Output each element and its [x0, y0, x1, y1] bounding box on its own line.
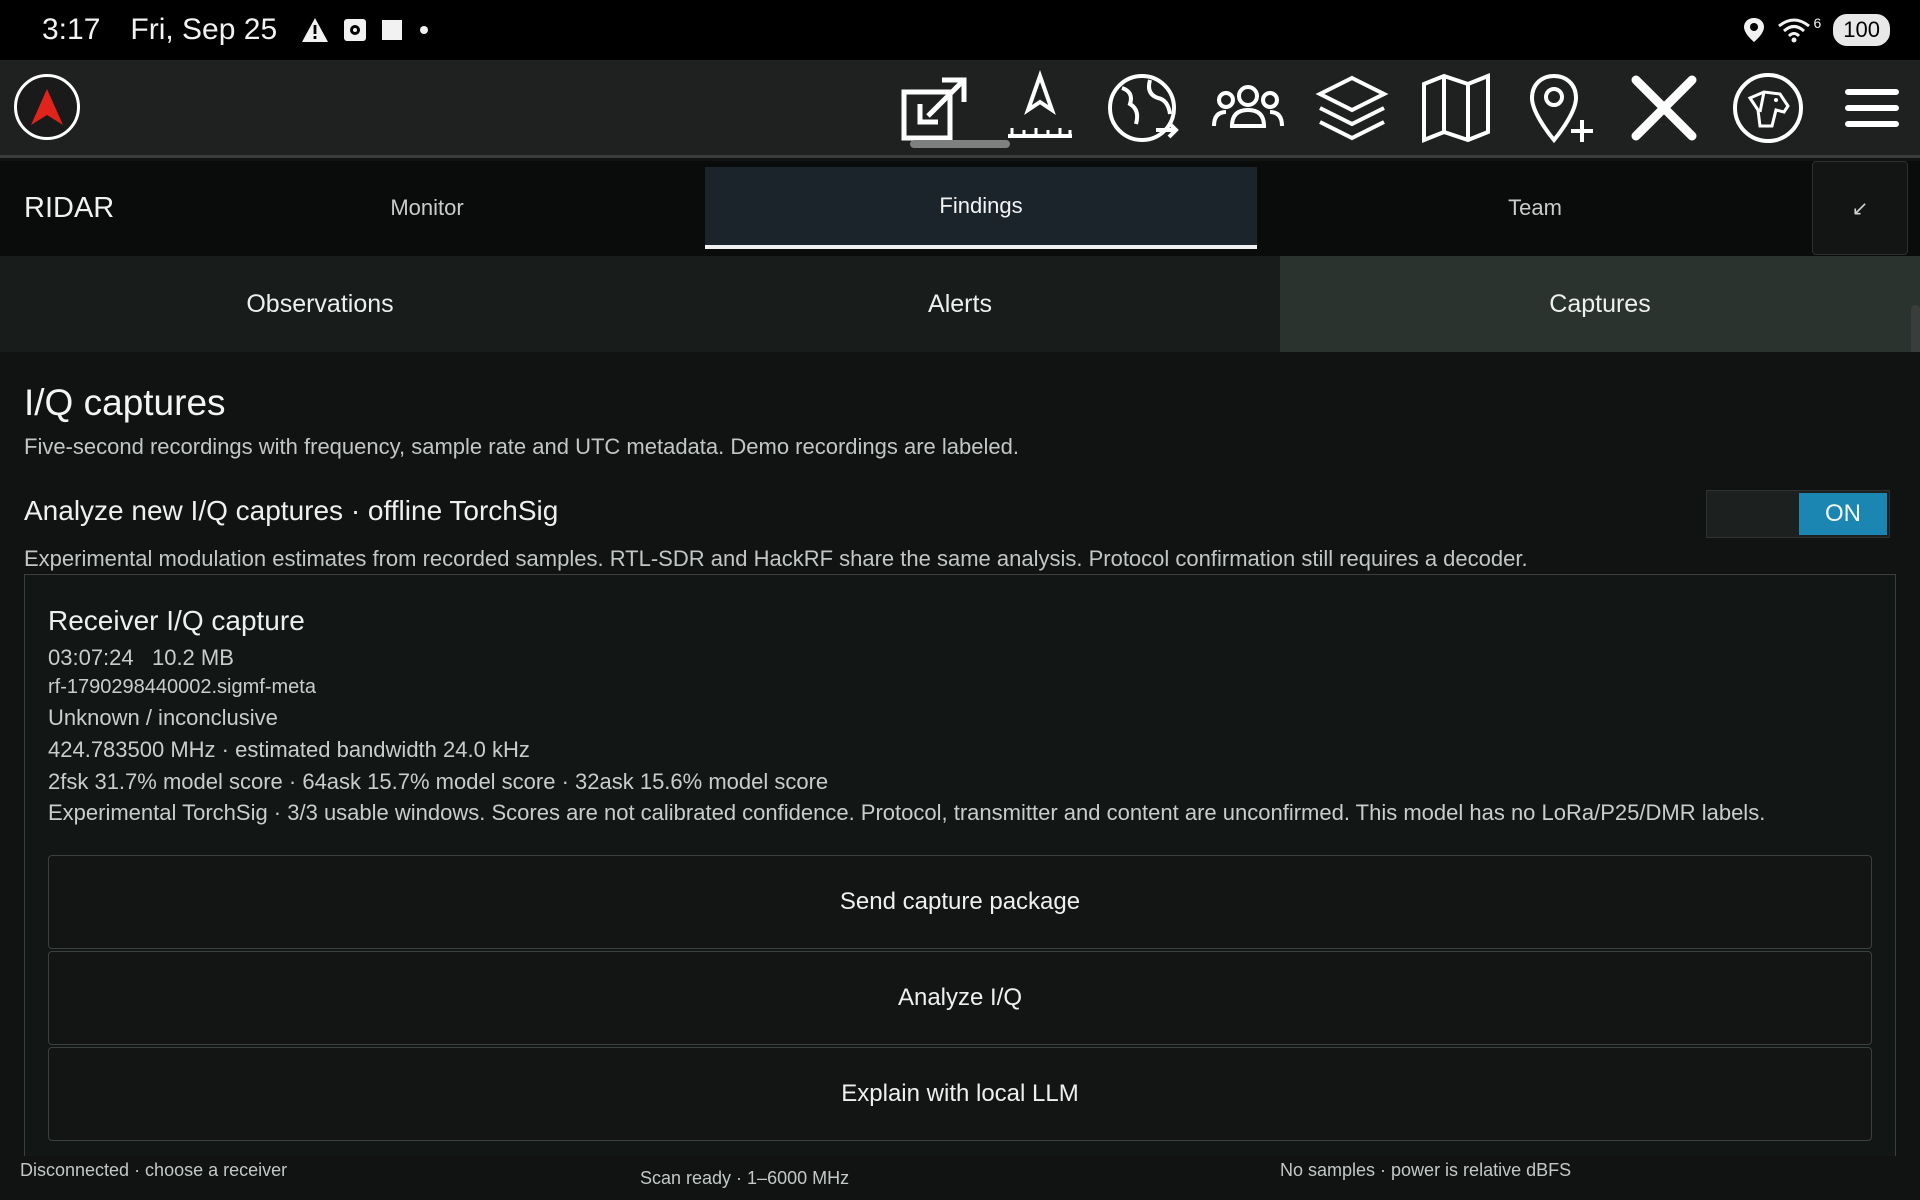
battery-indicator: 100	[1833, 14, 1890, 46]
measure-icon	[1008, 70, 1072, 138]
wifi-label: 6	[1813, 15, 1822, 31]
captures-panel: I/Q captures Five-second recordings with…	[0, 352, 1920, 1164]
collapse-panel-button[interactable]: ↙	[1812, 161, 1908, 255]
square-icon	[382, 20, 403, 40]
send-capture-package-button[interactable]: Send capture package	[48, 855, 1872, 949]
app-toolbar	[0, 60, 1920, 158]
dog-button[interactable]	[1728, 68, 1808, 148]
capture-note: Experimental TorchSig · 3/3 usable windo…	[48, 800, 1766, 825]
primary-tab-bar: RIDAR Monitor Findings Team ↙	[0, 161, 1920, 256]
scan-status: Scan ready · 1–6000 MHz	[640, 1168, 850, 1188]
page-title: I/Q captures	[24, 382, 226, 423]
app-logo[interactable]	[14, 74, 80, 140]
menu-icon	[1845, 89, 1899, 127]
tab-observations[interactable]: Observations	[0, 256, 640, 352]
external-link-button[interactable]	[896, 68, 976, 148]
navigation-arrow-icon	[31, 89, 63, 125]
status-footer: Disconnected · choose a receiver Scan re…	[0, 1156, 1920, 1200]
external-link-icon	[901, 77, 967, 141]
drag-handle[interactable]	[910, 140, 1010, 148]
samples-status: No samples · power is relative dBFS	[1280, 1160, 1572, 1180]
tab-findings[interactable]: Findings	[705, 167, 1257, 249]
media-icon	[344, 19, 367, 41]
tab-captures[interactable]: Captures	[1280, 256, 1920, 352]
secondary-tab-bar: Observations Alerts Captures	[0, 256, 1920, 352]
globe-icon	[1108, 74, 1179, 142]
capture-filename: rf-1790298440002.sigmf-meta	[48, 676, 316, 698]
globe-button[interactable]	[1104, 68, 1184, 148]
analyze-iq-button[interactable]: Analyze I/Q	[48, 951, 1872, 1045]
capture-card: Receiver I/Q capture 03:07:24 10.2 MB rf…	[24, 574, 1896, 1164]
app-brand: RIDAR	[24, 192, 115, 224]
status-time: 3:17	[42, 13, 101, 46]
add-pin-button[interactable]	[1520, 68, 1600, 148]
capture-frequency: 424.783500 MHz · estimated bandwidth 24.…	[48, 737, 530, 762]
connection-status: Disconnected · choose a receiver	[20, 1160, 288, 1180]
status-notification-icons	[301, 17, 431, 43]
layers-button[interactable]	[1312, 68, 1392, 148]
map-button[interactable]	[1416, 68, 1496, 148]
collapse-arrow-icon: ↙	[1851, 197, 1869, 220]
toggle-on-label: ON	[1799, 493, 1887, 535]
capture-classification: Unknown / inconclusive	[48, 705, 278, 730]
dog-icon	[1733, 73, 1803, 143]
status-bar: 3:17 Fri, Sep 25 6 100	[0, 0, 1920, 60]
page-subtitle: Five-second recordings with frequency, s…	[24, 434, 1019, 459]
tab-monitor[interactable]: Monitor	[146, 167, 708, 249]
capture-time-size: 03:07:24 10.2 MB	[48, 645, 234, 670]
close-icon	[1631, 75, 1697, 141]
map-icon	[1422, 73, 1490, 143]
explain-llm-button[interactable]: Explain with local LLM	[48, 1047, 1872, 1141]
tab-team[interactable]: Team	[1257, 167, 1813, 249]
analyze-toggle[interactable]: ON	[1706, 490, 1890, 538]
analyze-setting-description: Experimental modulation estimates from r…	[24, 546, 1528, 571]
tab-alerts[interactable]: Alerts	[640, 256, 1280, 352]
team-icon	[1212, 85, 1284, 128]
layers-icon	[1315, 75, 1389, 141]
add-pin-icon	[1529, 73, 1593, 144]
analyze-setting-title: Analyze new I/Q captures · offline Torch…	[24, 495, 559, 526]
warning-icon	[302, 18, 329, 42]
team-button[interactable]	[1208, 68, 1288, 148]
menu-button[interactable]	[1832, 68, 1912, 148]
wifi-icon	[1778, 18, 1811, 43]
dot-icon	[420, 26, 429, 34]
measure-button[interactable]	[1000, 68, 1080, 148]
location-icon	[1744, 18, 1765, 42]
close-button[interactable]	[1624, 68, 1704, 148]
capture-scores: 2fsk 31.7% model score · 64ask 15.7% mod…	[48, 769, 829, 794]
capture-title: Receiver I/Q capture	[48, 605, 305, 636]
status-date: Fri, Sep 25	[130, 13, 278, 46]
